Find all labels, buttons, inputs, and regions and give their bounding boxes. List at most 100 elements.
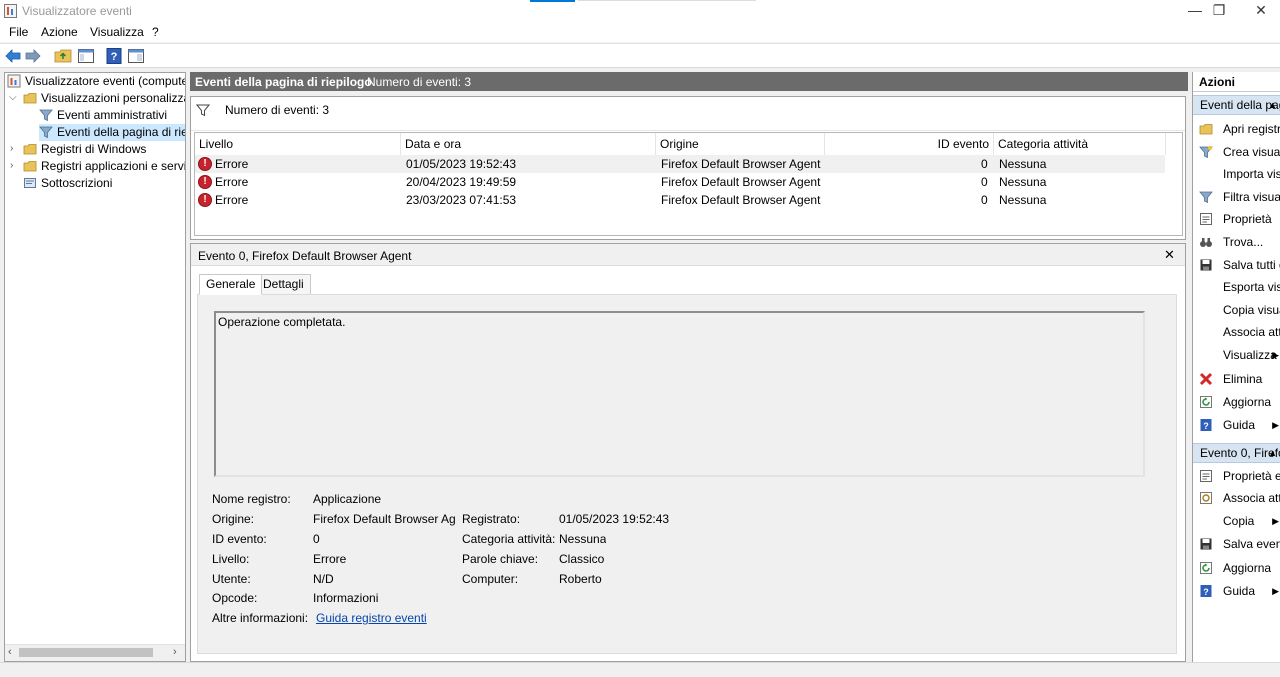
column-header-datetime[interactable]: Data e ora (401, 133, 656, 155)
pane-title: Eventi della pagina di riepilogo (195, 75, 372, 89)
scroll-left-icon[interactable]: ‹ (8, 646, 12, 658)
error-icon: ! (198, 193, 212, 207)
action-save-all-events[interactable]: Salva tutti gli eventi... (1193, 254, 1280, 276)
error-icon: ! (198, 157, 212, 171)
title-bar: Visualizzatore eventi — ❐ ✕ (0, 0, 1280, 22)
show-hide-actions-icon[interactable] (127, 47, 145, 65)
table-row[interactable]: ! Errore 23/03/2023 07:41:53 Firefox Def… (195, 191, 1165, 209)
action-import-custom-view[interactable]: Importa visualizzazione personalizzata..… (1193, 163, 1280, 185)
action-filter-current-view[interactable]: Filtra visualizzazione corrente... (1193, 186, 1280, 208)
recorded-label: Registrato: (462, 512, 521, 526)
menu-visualizza[interactable]: Visualizza (90, 25, 144, 39)
table-row[interactable]: ! Errore 01/05/2023 19:52:43 Firefox Def… (195, 155, 1165, 173)
action-event-properties[interactable]: Proprietà evento (1193, 465, 1280, 487)
tree-item-custom-views[interactable]: Visualizzazioni personalizzate (23, 90, 185, 107)
column-header-source[interactable]: Origine (656, 133, 825, 155)
collapse-up-icon[interactable]: ▲ (1268, 96, 1277, 114)
scroll-right-icon[interactable]: › (173, 646, 177, 658)
event-id-label: ID evento: (212, 532, 267, 546)
actions-pane: Azioni Eventi della pagina di riepilogo … (1192, 72, 1280, 662)
event-message: Operazione completata. (218, 315, 346, 329)
action-copy-custom-view[interactable]: Copia visualizzazione personalizzata... (1193, 299, 1280, 321)
folder-up-icon[interactable] (54, 47, 72, 65)
scrollbar-thumb[interactable] (19, 648, 153, 657)
user-value: N/D (313, 572, 334, 586)
folder-icon (23, 93, 37, 104)
toolbar: ? (0, 43, 1280, 68)
collapse-up-icon[interactable]: ▲ (1268, 444, 1277, 462)
forward-arrow-icon[interactable] (24, 47, 42, 65)
help-icon: ? (1200, 419, 1212, 431)
close-window-button[interactable]: ✕ (1238, 0, 1280, 22)
chevron-down-icon[interactable]: ⌵ (9, 92, 17, 103)
action-save-selected-events[interactable]: Salva eventi selezionati... (1193, 533, 1280, 555)
column-header-event-id[interactable]: ID evento (825, 133, 994, 155)
submenu-arrow-icon: ▶ (1272, 586, 1279, 596)
pane-event-count: Numero di eventi: 3 (367, 75, 472, 89)
back-arrow-icon[interactable] (4, 47, 22, 65)
tree-item-summary-events[interactable]: Eventi della pagina di riepilogo (39, 124, 185, 141)
log-name-value: Applicazione (313, 492, 382, 506)
recorded-value: 01/05/2023 19:52:43 (559, 512, 670, 526)
close-detail-icon[interactable]: ✕ (1164, 247, 1175, 263)
menu-azione[interactable]: Azione (41, 25, 78, 39)
action-export-custom-view[interactable]: Esporta visualizzazione personalizzata..… (1193, 276, 1280, 298)
event-detail-panel: Evento 0, Firefox Default Browser Agent … (190, 243, 1186, 662)
computer-value: Roberto (559, 572, 602, 586)
menu-help[interactable]: ? (152, 25, 159, 39)
svg-text:?: ? (1203, 587, 1209, 597)
show-hide-tree-icon[interactable] (77, 47, 95, 65)
horizontal-scrollbar[interactable]: ‹ › (5, 644, 185, 661)
action-delete[interactable]: Elimina (1193, 368, 1280, 390)
level-label: Livello: (212, 552, 250, 566)
action-attach-task-to-view[interactable]: Associa attività a questa visualizzazion… (1193, 321, 1280, 343)
column-header-task-category[interactable]: Categoria attività (994, 133, 1166, 155)
keywords-value: Classico (559, 552, 605, 566)
binoculars-icon (1200, 238, 1212, 247)
action-attach-task-to-event[interactable]: Associa attività a questo evento... (1193, 487, 1280, 509)
action-properties[interactable]: Proprietà (1193, 208, 1280, 230)
action-view[interactable]: Visualizza ▶ (1193, 344, 1280, 366)
status-bar (0, 662, 1280, 677)
tree-item-subscriptions[interactable]: Sottoscrizioni (23, 175, 185, 192)
subscriptions-icon (24, 178, 36, 188)
svg-text:?: ? (1203, 421, 1209, 431)
refresh-icon (1200, 396, 1212, 408)
chevron-right-icon[interactable]: › (10, 143, 13, 154)
column-header-level[interactable]: Livello (195, 133, 401, 155)
action-refresh[interactable]: Aggiorna (1193, 391, 1280, 413)
tree-item-app-service-logs[interactable]: Registri applicazioni e servizi (23, 158, 185, 175)
detail-title: Evento 0, Firefox Default Browser Agent (198, 249, 412, 263)
tree-item-root[interactable]: Visualizzatore eventi (computer locale) (7, 73, 185, 90)
maximize-button[interactable]: ❐ (1196, 0, 1242, 22)
opcode-label: Opcode: (212, 591, 258, 605)
menu-bar: File Azione Visualizza ? (0, 22, 1280, 42)
tree-item-windows-logs[interactable]: Registri di Windows (23, 141, 185, 158)
action-find[interactable]: Trova... (1193, 231, 1280, 253)
folder-icon (23, 144, 37, 155)
actions-group-selected-event[interactable]: Evento 0, Firefox Default Browser Agent … (1193, 443, 1280, 463)
menu-file[interactable]: File (9, 25, 28, 39)
event-message-box[interactable]: Operazione completata. (214, 311, 1145, 477)
action-help[interactable]: ? Guida ▶ (1193, 414, 1280, 436)
actions-group-summary-events[interactable]: Eventi della pagina di riepilogo ▲ (1193, 95, 1280, 115)
events-list-panel: Numero di eventi: 3 Livello Data e ora O… (190, 96, 1186, 240)
action-open-saved-log[interactable]: Apri registro salvato... (1193, 118, 1280, 140)
event-log-help-link[interactable]: Guida registro eventi (316, 611, 427, 625)
submenu-arrow-icon: ▶ (1272, 350, 1279, 360)
action-copy[interactable]: Copia ▶ (1193, 510, 1280, 532)
tab-dettagli[interactable]: Dettagli (256, 274, 311, 295)
event-viewer-app-icon (4, 4, 17, 18)
action-create-custom-view[interactable]: Crea visualizzazione personalizzata... (1193, 141, 1280, 163)
tree-item-admin-events[interactable]: Eventi amministrativi (39, 107, 185, 124)
action-refresh-event[interactable]: Aggiorna (1193, 557, 1280, 579)
user-label: Utente: (212, 572, 251, 586)
tab-generale[interactable]: Generale (199, 274, 263, 295)
error-icon: ! (198, 175, 212, 189)
svg-text:?: ? (111, 51, 118, 63)
table-row[interactable]: ! Errore 20/04/2023 19:49:59 Firefox Def… (195, 173, 1165, 191)
chevron-right-icon[interactable]: › (10, 160, 13, 171)
filter-count-text: Numero di eventi: 3 (225, 103, 330, 117)
action-help-event[interactable]: ? Guida ▶ (1193, 580, 1280, 602)
help-icon[interactable]: ? (105, 47, 123, 65)
